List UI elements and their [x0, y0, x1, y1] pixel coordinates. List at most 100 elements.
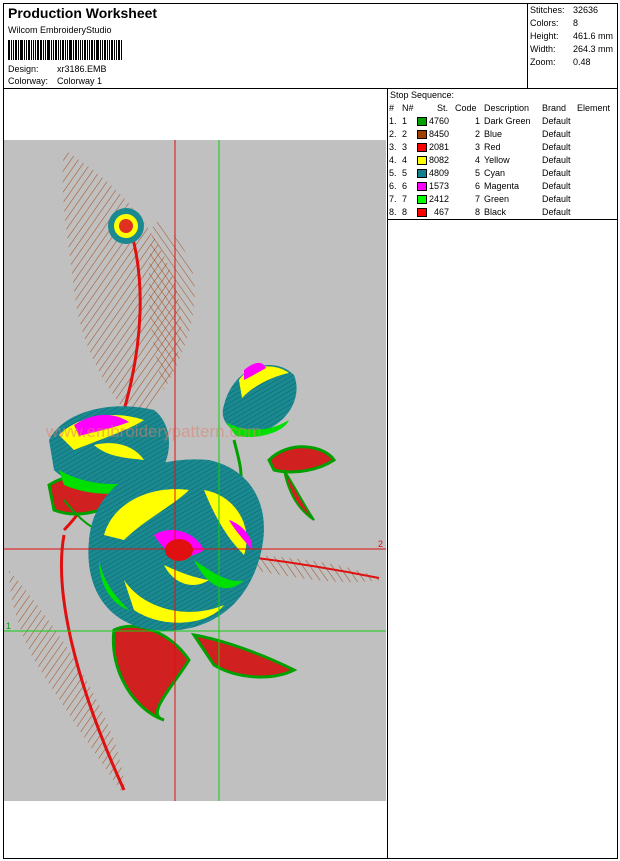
header-nnum: N# — [402, 103, 414, 113]
barcode-bar — [55, 40, 57, 60]
barcode-bar — [40, 40, 42, 60]
barcode-bar — [45, 40, 46, 60]
colorway-row: Colorway: Colorway 1 — [8, 76, 102, 86]
stop-description: Cyan — [484, 168, 506, 178]
barcode-bar — [8, 40, 10, 60]
barcode-bar — [109, 40, 110, 60]
color-swatch — [417, 182, 427, 191]
design-stats: Stitches: 32636 Colors: 8 Height: 461.6 mm … — [527, 4, 618, 88]
barcode-bar — [18, 40, 19, 60]
guide-label-1: 1 — [6, 621, 11, 631]
stop-nnum: 5 — [402, 168, 408, 178]
stop-description: Blue — [484, 129, 503, 139]
header-brand: Brand — [542, 103, 567, 113]
header-code: Code — [455, 103, 477, 113]
stat-label: Colors: — [530, 18, 559, 28]
stat-stitches: Stitches: 32636 — [530, 4, 618, 17]
barcode-bar — [121, 40, 122, 60]
design-label: Design: — [8, 64, 39, 74]
barcode-bar — [104, 40, 106, 60]
stop-num: 8. — [389, 207, 397, 217]
stop-num: 3. — [389, 142, 397, 152]
stop-nnum: 3 — [402, 142, 408, 152]
barcode-bar — [37, 40, 39, 60]
stop-brand: Default — [542, 129, 571, 139]
color-swatch — [417, 208, 427, 217]
watermark-text: www.embroiderypattern.com — [45, 422, 261, 441]
barcode-bar — [51, 40, 52, 60]
stat-width: Width: 264.3 mm — [530, 43, 618, 56]
barcode-bar — [78, 40, 79, 60]
stop-row: 2. 2 8450 2 Blue Default — [387, 129, 618, 142]
stat-value: 264.3 mm — [573, 44, 614, 54]
stop-code: 1 — [475, 116, 481, 126]
stop-code: 8 — [475, 207, 481, 217]
barcode-bar — [20, 40, 23, 60]
stop-brand: Default — [542, 168, 571, 178]
design-preview-canvas[interactable]: www.embroiderypattern.com 2 1 — [4, 140, 386, 801]
barcode-bar — [116, 40, 117, 60]
colorway-value: Colorway 1 — [57, 76, 103, 86]
design-value: xr3186.EMB — [57, 64, 107, 74]
stop-row: 7. 7 2412 7 Green Default — [387, 194, 618, 207]
barcode-bar — [11, 40, 12, 60]
color-swatch — [417, 130, 427, 139]
header-num: # — [389, 103, 395, 113]
color-swatch — [417, 117, 427, 126]
stop-description: Yellow — [484, 155, 510, 165]
stat-height: Height: 461.6 mm — [530, 30, 618, 43]
barcode-bar — [102, 40, 103, 60]
stop-row: 8. 8 467 8 Black Default — [387, 207, 618, 220]
stop-description: Dark Green — [484, 116, 531, 126]
stop-num: 4. — [389, 155, 397, 165]
barcode-bar — [15, 40, 17, 60]
stop-nnum: 7 — [402, 194, 408, 204]
barcode-bar — [82, 40, 83, 60]
barcode-bar — [26, 40, 27, 60]
stop-code: 2 — [475, 129, 481, 139]
stop-stitches: 2081 — [429, 142, 450, 152]
barcode-bar — [75, 40, 77, 60]
colorway-label: Colorway: — [8, 76, 49, 86]
stop-stitches: 467 — [433, 207, 449, 217]
stop-nnum: 2 — [402, 129, 408, 139]
stop-num: 2. — [389, 129, 397, 139]
stat-value: 8 — [573, 18, 579, 28]
design-row: Design: xr3186.EMB — [8, 64, 107, 74]
stop-description: Magenta — [484, 181, 520, 191]
design-barcode — [8, 40, 136, 60]
stop-brand: Default — [542, 194, 571, 204]
stop-description: Green — [484, 194, 510, 204]
barcode-bar — [89, 40, 90, 60]
barcode-bar — [13, 40, 14, 60]
guide-label-2: 2 — [378, 539, 383, 549]
stat-colors: Colors: 8 — [530, 17, 618, 30]
barcode-bar — [111, 40, 113, 60]
stat-value: 0.48 — [573, 57, 591, 67]
stop-row: 5. 5 4809 5 Cyan Default — [387, 168, 618, 181]
header-description: Description — [484, 103, 530, 113]
stop-brand: Default — [542, 142, 571, 152]
barcode-bar — [91, 40, 93, 60]
barcode-bar — [60, 40, 61, 60]
stat-label: Stitches: — [530, 5, 565, 15]
barcode-bar — [33, 40, 34, 60]
barcode-bar — [84, 40, 86, 60]
stop-brand: Default — [542, 207, 571, 217]
barcode-bar — [118, 40, 120, 60]
barcode-bar — [58, 40, 59, 60]
barcode-bar — [94, 40, 95, 60]
stat-value: 32636 — [573, 5, 599, 15]
worksheet-title: Production Worksheet — [8, 5, 158, 21]
stop-row: 1. 1 4760 1 Dark Green Default — [387, 116, 618, 129]
stop-brand: Default — [542, 116, 571, 126]
stat-zoom: Zoom: 0.48 — [530, 56, 618, 69]
stop-stitches: 8450 — [429, 129, 450, 139]
barcode-bar — [114, 40, 115, 60]
stop-row: 6. 6 1573 6 Magenta Default — [387, 181, 618, 194]
barcode-bar — [62, 40, 64, 60]
color-swatch — [417, 169, 427, 178]
stop-nnum: 6 — [402, 181, 408, 191]
barcode-bar — [107, 40, 108, 60]
embroidery-preview: www.embroiderypattern.com 2 1 — [4, 140, 386, 801]
